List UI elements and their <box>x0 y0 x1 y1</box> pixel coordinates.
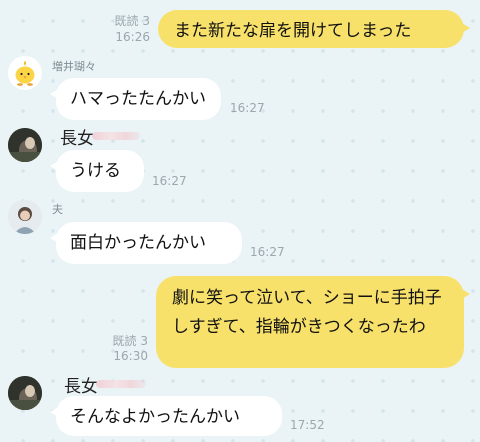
message-time: 16:30 <box>113 349 148 363</box>
message-time: 16:27 <box>152 174 187 188</box>
chick-icon <box>8 56 42 90</box>
avatar[interactable] <box>8 200 42 234</box>
sender-name: 長女 <box>64 377 98 397</box>
avatar[interactable] <box>8 128 42 162</box>
avatar[interactable] <box>8 56 42 90</box>
user-photo-icon <box>8 128 42 162</box>
incoming-message-bubble[interactable]: うける <box>50 150 144 192</box>
message-time: 16:27 <box>230 101 265 115</box>
incoming-message-bubble[interactable]: そんなよかったんかい <box>50 396 282 436</box>
outgoing-message-bubble[interactable]: また新たな扉を開けてしまった <box>158 10 470 48</box>
message-time: 17:52 <box>290 418 325 432</box>
sender-name: 長女 <box>60 129 94 149</box>
message-time: 16:27 <box>250 245 285 259</box>
redaction-scribble <box>92 132 140 140</box>
user-photo-icon <box>8 200 42 234</box>
incoming-message-bubble[interactable]: ハマったたんかい <box>50 78 221 120</box>
sender-name: 夫 <box>52 203 63 216</box>
incoming-message-bubble[interactable]: 面白かったんかい <box>50 222 242 264</box>
outgoing-message-bubble[interactable]: 劇に笑って泣いて、ショーに手拍子しすぎて、指輪がきつくなったわ <box>156 276 470 368</box>
user-photo-icon <box>8 376 42 410</box>
message-time: 16:26 <box>115 30 150 44</box>
read-receipt: 既読 3 <box>112 334 148 348</box>
avatar[interactable] <box>8 376 42 410</box>
read-receipt: 既読 3 <box>114 14 150 28</box>
sender-name: 増井瑚々 <box>52 60 96 73</box>
redaction-scribble <box>96 380 146 388</box>
